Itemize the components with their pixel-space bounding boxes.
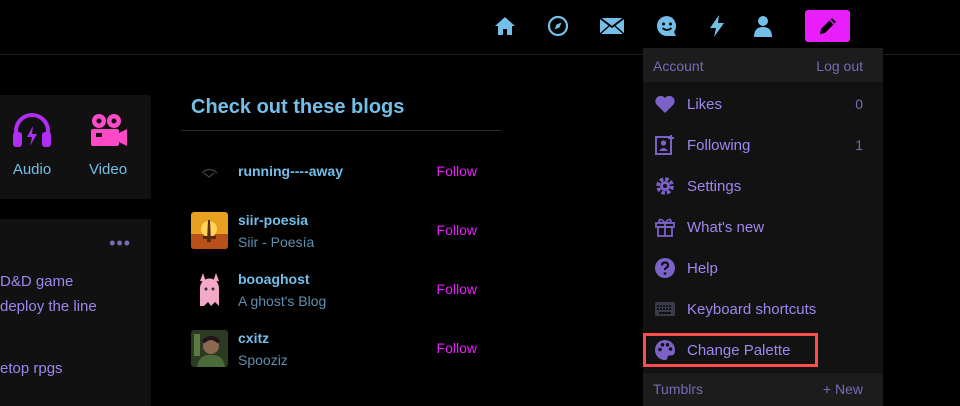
menu-item-label: Change Palette [687,342,791,359]
blog-subtitle: A ghost's Blog [238,293,327,309]
inbox-icon[interactable] [599,13,625,39]
explore-icon[interactable] [545,13,571,39]
gift-icon [653,215,677,239]
pencil-icon [819,18,836,34]
account-icon[interactable] [750,13,776,39]
blog-avatar[interactable] [191,271,228,308]
blog-row: booaghost A ghost's Blog Follow [191,269,491,309]
home-icon[interactable] [492,13,518,39]
menu-item-label: Settings [687,178,742,195]
likes-count: 0 [855,96,863,112]
blog-name[interactable]: siir-poesia [238,212,308,228]
menu-item-whats-new[interactable]: What's new [643,207,883,248]
blog-name[interactable]: cxitz [238,330,269,346]
blog-name[interactable]: running----away [238,163,343,179]
gear-icon [653,174,677,198]
menu-item-settings[interactable]: Settings [643,166,883,207]
menu-item-following[interactable]: Following 1 [643,125,883,166]
headphones-icon [13,113,51,147]
video-label: Video [88,161,128,178]
follow-button[interactable]: Follow [437,340,477,356]
post-card: ••• D&D game deploy the line etop rpgs [0,219,151,406]
dropdown-header: Account Log out [643,48,883,82]
follow-button[interactable]: Follow [437,163,477,179]
blog-row: running----away Follow [191,152,491,192]
divider [181,130,501,131]
keyboard-icon [653,297,677,321]
blog-row: siir-poesia Siir - Poesía Follow [191,210,491,250]
audio-button[interactable]: Audio [2,113,62,178]
follow-button[interactable]: Follow [437,222,477,238]
dropdown-footer: Tumblrs + New [643,373,883,406]
menu-item-help[interactable]: Help [643,248,883,289]
video-button[interactable]: Video [78,113,138,178]
tumblrs-heading: Tumblrs [653,381,704,397]
compose-button[interactable] [805,10,850,42]
account-heading: Account [653,58,704,74]
menu-item-label: Likes [687,96,723,113]
account-dropdown: Account Log out Likes 0 Following 1 Sett… [643,48,883,406]
top-nav [0,0,960,55]
menu-item-label: Help [687,260,718,277]
palette-icon [653,338,677,362]
messages-icon[interactable] [654,13,680,39]
activity-icon[interactable] [704,13,730,39]
blog-subtitle: Spooziz [238,352,288,368]
following-icon [653,133,677,157]
following-count: 1 [855,137,863,153]
blog-avatar[interactable] [191,154,228,191]
menu-item-keyboard-shortcuts[interactable]: Keyboard shortcuts [643,289,883,330]
logout-button[interactable]: Log out [816,58,863,74]
post-tag[interactable]: etop rpgs [0,360,63,377]
blog-subtitle: Siir - Poesía [238,234,315,250]
menu-item-likes[interactable]: Likes 0 [643,84,883,125]
heart-icon [653,92,677,116]
post-text-line: D&D game [0,273,74,290]
video-camera-icon [91,114,127,146]
blog-row: cxitz Spooziz Follow [191,328,491,368]
media-card: Audio Video [0,95,151,199]
menu-item-label: Following [687,137,751,154]
menu-item-label: What's new [687,219,765,236]
blog-avatar[interactable] [191,330,228,367]
blog-avatar[interactable] [191,212,228,249]
follow-button[interactable]: Follow [437,281,477,297]
new-tumblr-button[interactable]: + New [823,381,863,397]
help-icon [653,256,677,280]
menu-item-change-palette[interactable]: Change Palette [643,330,883,371]
audio-label: Audio [12,161,52,178]
blog-name[interactable]: booaghost [238,271,310,287]
menu-item-label: Keyboard shortcuts [687,301,817,318]
blogs-heading: Check out these blogs [191,96,405,118]
post-text-line: deploy the line [0,298,97,315]
post-menu-button[interactable]: ••• [109,233,131,254]
